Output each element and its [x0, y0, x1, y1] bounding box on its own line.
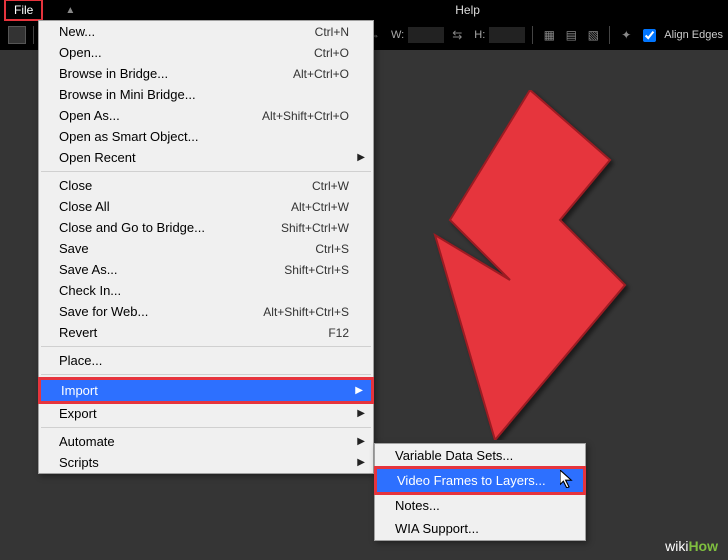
submenu-arrow-icon: ▶	[355, 385, 363, 396]
menu-item-close-and-go-to-bridge[interactable]: Close and Go to Bridge...Shift+Ctrl+W	[39, 217, 373, 238]
align-icon-3[interactable]: ▧	[584, 26, 602, 44]
menu-item-label: Automate	[59, 434, 349, 449]
menu-item-label: Browse in Mini Bridge...	[59, 87, 349, 102]
menubar-arrow-icon: ▲	[65, 5, 75, 16]
menu-item-close[interactable]: CloseCtrl+W	[39, 175, 373, 196]
menu-item-label: Save As...	[59, 262, 284, 277]
submenu-arrow-icon: ▶	[357, 457, 365, 468]
menu-item-open-as-smart-object[interactable]: Open as Smart Object...	[39, 126, 373, 147]
menu-item-label: Open Recent	[59, 150, 349, 165]
menu-item-shortcut: Alt+Ctrl+O	[293, 67, 349, 81]
menu-item-label: Scripts	[59, 455, 349, 470]
menu-item-import[interactable]: Import ▶	[38, 377, 374, 404]
menu-item-export[interactable]: Export ▶	[39, 403, 373, 424]
menu-item-label: Place...	[59, 353, 349, 368]
menu-item-shortcut: F12	[328, 326, 349, 340]
menu-item-label: Close and Go to Bridge...	[59, 220, 281, 235]
menubar: File ▲ Help	[0, 0, 728, 20]
menu-item-open-as[interactable]: Open As...Alt+Shift+Ctrl+O	[39, 105, 373, 126]
height-label: H:	[474, 29, 485, 41]
menu-item-label: Close All	[59, 199, 291, 214]
height-input[interactable]	[489, 27, 525, 43]
submenu-item-video-frames-to-layers[interactable]: Video Frames to Layers...	[374, 466, 586, 495]
menu-separator	[41, 346, 371, 347]
menu-item-label: Save for Web...	[59, 304, 263, 319]
submenu-item-wia-support[interactable]: WIA Support...	[375, 517, 585, 540]
menu-item-label: Check In...	[59, 283, 349, 298]
menu-item-label: Browse in Bridge...	[59, 66, 293, 81]
menu-item-open[interactable]: Open...Ctrl+O	[39, 42, 373, 63]
wikihow-watermark: wikiHow	[665, 538, 718, 554]
align-icon-1[interactable]: ▦	[540, 26, 558, 44]
menu-item-label: Close	[59, 178, 312, 193]
file-dropdown-menu: New...Ctrl+NOpen...Ctrl+OBrowse in Bridg…	[38, 20, 374, 474]
menu-item-check-in[interactable]: Check In...	[39, 280, 373, 301]
cursor-icon	[560, 470, 578, 488]
menu-item-place[interactable]: Place...	[39, 350, 373, 371]
align-edges-checkbox[interactable]	[643, 29, 656, 42]
menu-item-shortcut: Alt+Shift+Ctrl+S	[263, 305, 349, 319]
menu-item-label: Open as Smart Object...	[59, 129, 349, 144]
menu-item-automate[interactable]: Automate ▶	[39, 431, 373, 452]
menu-item-save-as[interactable]: Save As...Shift+Ctrl+S	[39, 259, 373, 280]
menu-item-save[interactable]: SaveCtrl+S	[39, 238, 373, 259]
submenu-arrow-icon: ▶	[357, 436, 365, 447]
tool-preset-icon[interactable]	[8, 26, 26, 44]
submenu-item-notes[interactable]: Notes...	[375, 494, 585, 517]
menu-item-label: Open...	[59, 45, 314, 60]
menu-item-label: Revert	[59, 325, 328, 340]
menu-item-shortcut: Alt+Ctrl+W	[291, 200, 349, 214]
menu-item-revert[interactable]: RevertF12	[39, 322, 373, 343]
menu-item-shortcut: Shift+Ctrl+S	[284, 263, 349, 277]
menu-item-label: New...	[59, 24, 315, 39]
submenu-arrow-icon: ▶	[357, 408, 365, 419]
menu-help[interactable]: Help	[455, 3, 480, 17]
menu-item-browse-in-bridge[interactable]: Browse in Bridge...Alt+Ctrl+O	[39, 63, 373, 84]
menu-item-open-recent[interactable]: Open Recent ▶	[39, 147, 373, 168]
menu-item-scripts[interactable]: Scripts ▶	[39, 452, 373, 473]
menu-separator	[41, 427, 371, 428]
menu-item-shortcut: Ctrl+W	[312, 179, 349, 193]
menu-item-label: Export	[59, 406, 349, 421]
submenu-item-variable-data-sets[interactable]: Variable Data Sets...	[375, 444, 585, 467]
menu-item-shortcut: Ctrl+S	[315, 242, 349, 256]
menu-separator	[41, 171, 371, 172]
menu-item-close-all[interactable]: Close AllAlt+Ctrl+W	[39, 196, 373, 217]
submenu-arrow-icon: ▶	[357, 152, 365, 163]
width-input[interactable]	[408, 27, 444, 43]
menu-item-shortcut: Shift+Ctrl+W	[281, 221, 349, 235]
align-icon-2[interactable]: ▤	[562, 26, 580, 44]
gear-icon[interactable]: ✦	[617, 26, 635, 44]
menu-item-shortcut: Ctrl+O	[314, 46, 349, 60]
menu-item-save-for-web[interactable]: Save for Web...Alt+Shift+Ctrl+S	[39, 301, 373, 322]
import-submenu: Variable Data Sets...Video Frames to Lay…	[374, 443, 586, 541]
menu-item-shortcut: Ctrl+N	[315, 25, 349, 39]
menu-separator	[41, 374, 371, 375]
menu-file[interactable]: File	[4, 0, 43, 21]
swap-icon[interactable]: ⇆	[448, 26, 466, 44]
menu-item-label: Save	[59, 241, 315, 256]
menu-item-label: Open As...	[59, 108, 262, 123]
menu-item-shortcut: Alt+Shift+Ctrl+O	[262, 109, 349, 123]
menu-item-label: Import	[61, 383, 347, 398]
menu-item-browse-in-mini-bridge[interactable]: Browse in Mini Bridge...	[39, 84, 373, 105]
width-label: W:	[391, 29, 404, 41]
align-edges-label: Align Edges	[664, 29, 723, 41]
menu-item-new[interactable]: New...Ctrl+N	[39, 21, 373, 42]
